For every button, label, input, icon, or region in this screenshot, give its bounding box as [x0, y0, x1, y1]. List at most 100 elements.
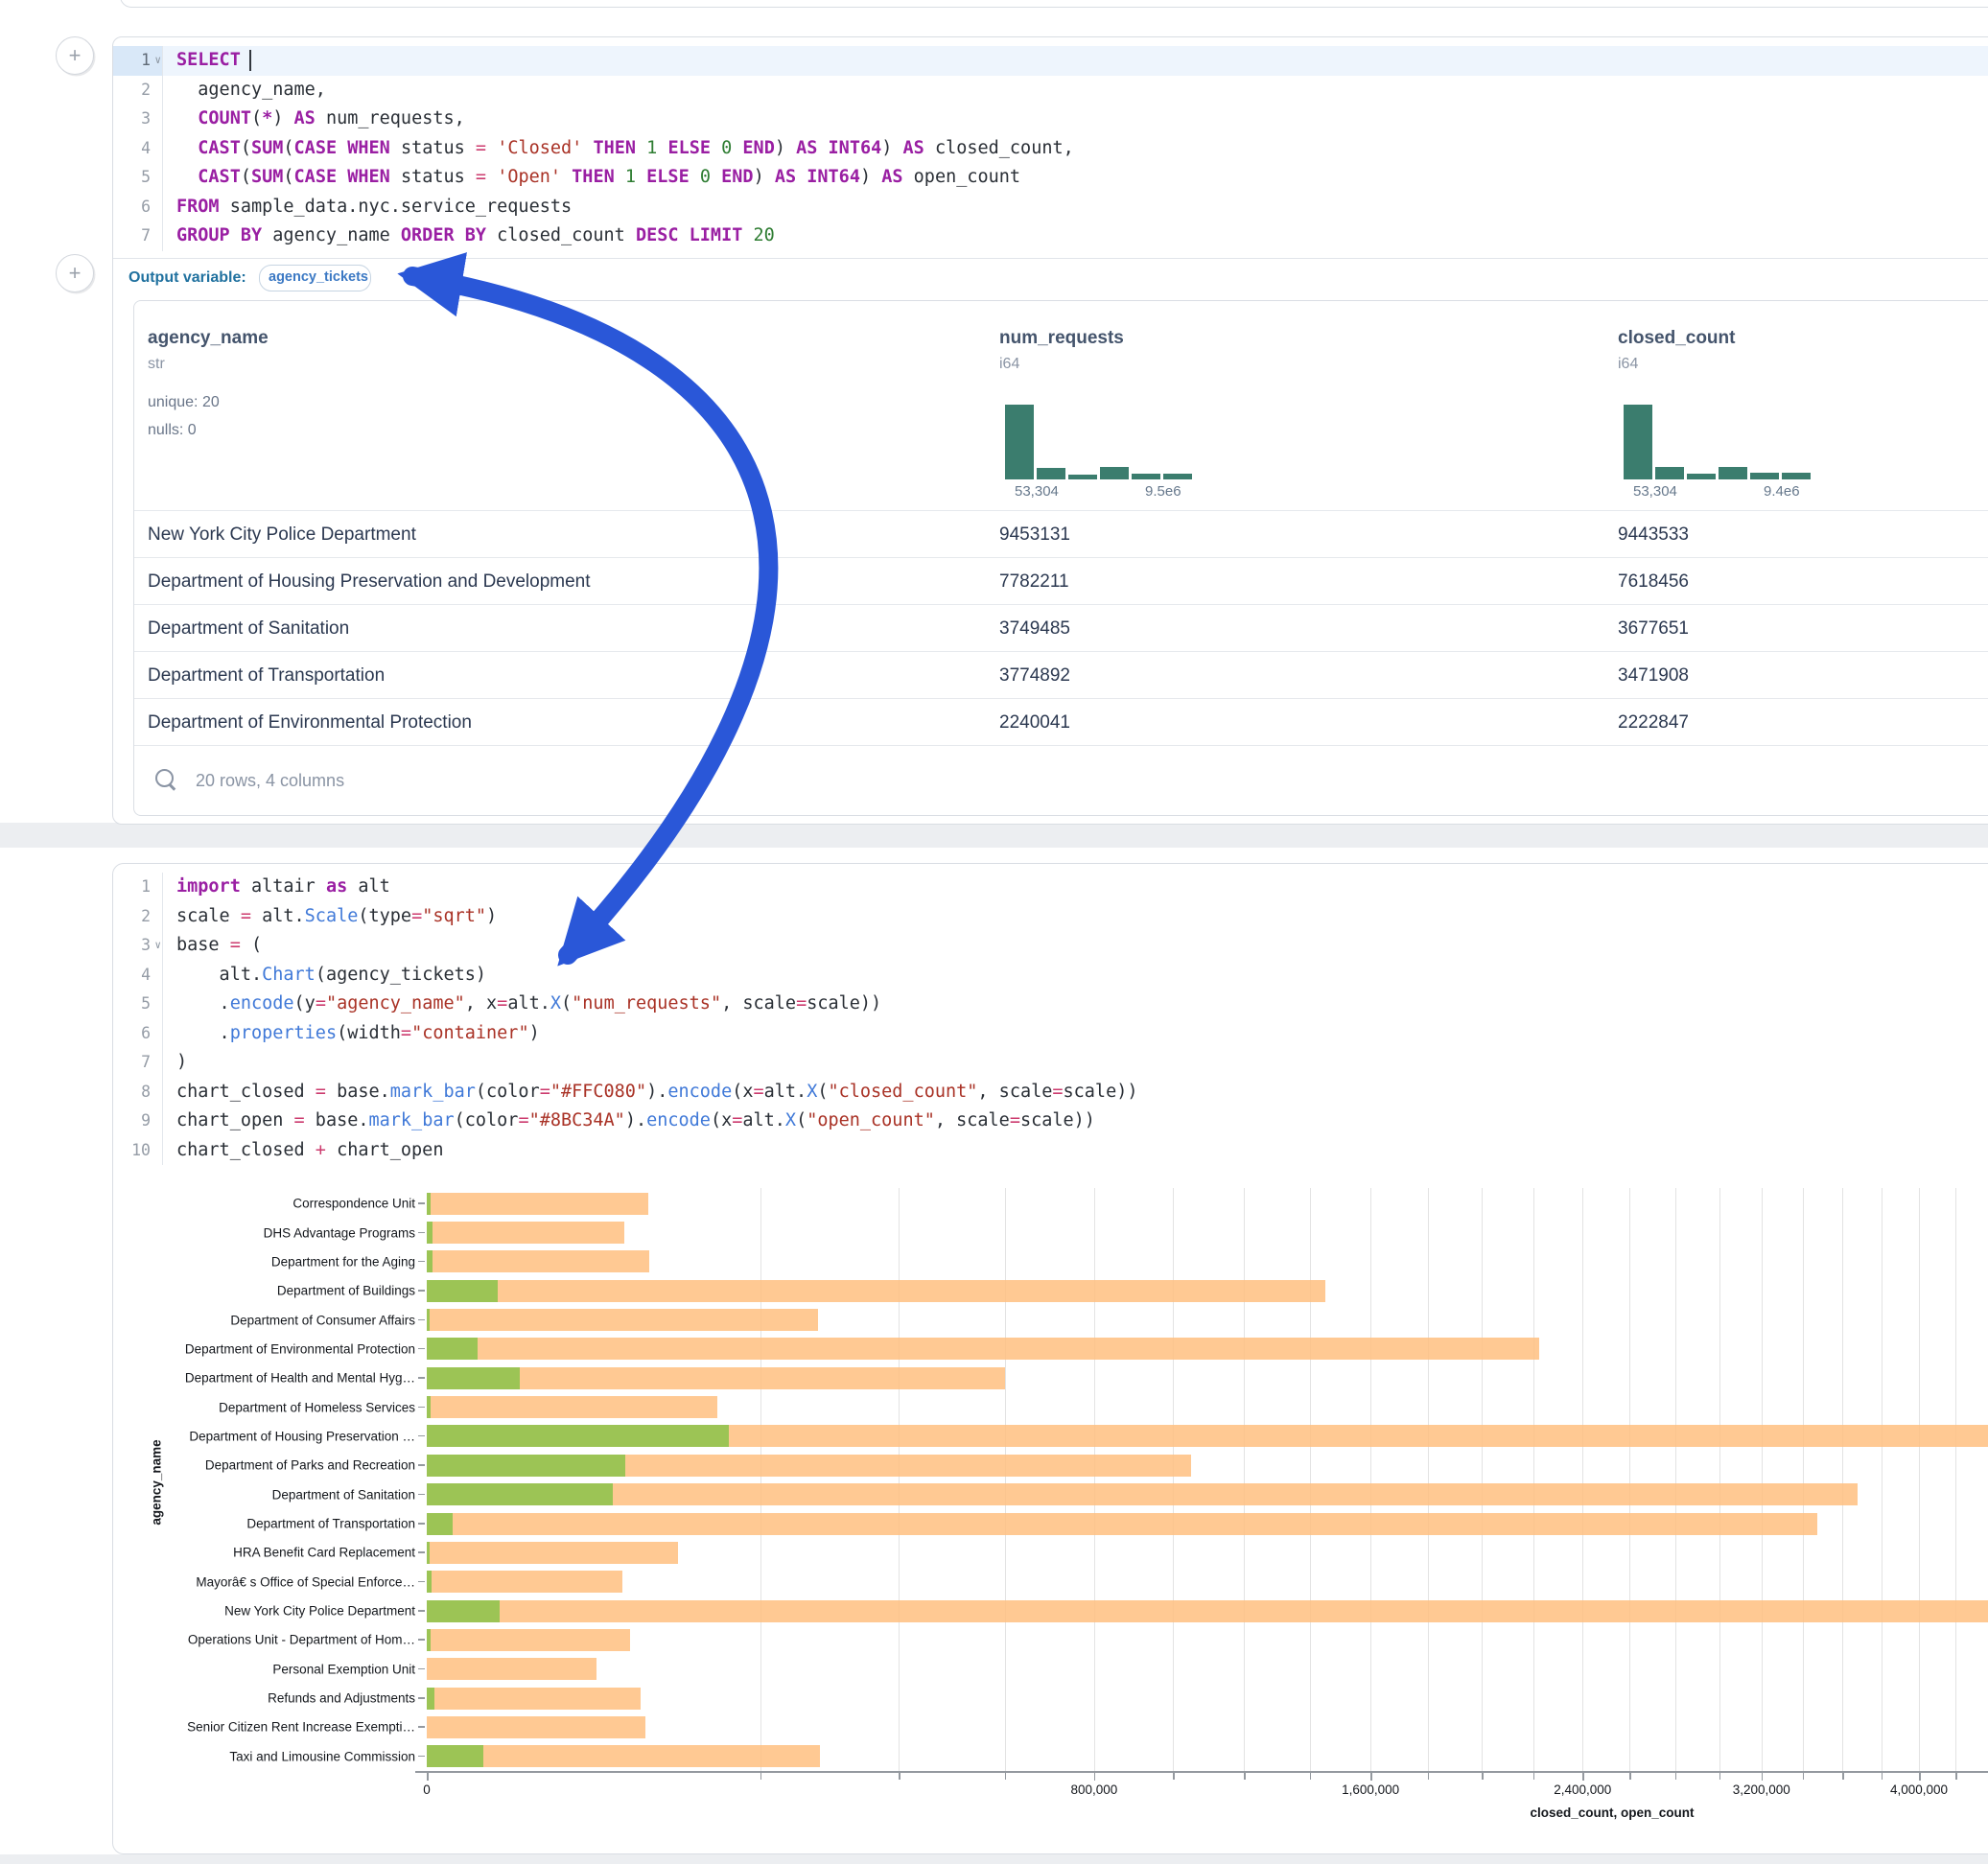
code-text[interactable]: base = ( — [163, 931, 262, 961]
code-line[interactable]: 3∨base = ( — [113, 931, 1988, 961]
code-text[interactable]: .encode(y="agency_name", x=alt.X("num_re… — [163, 990, 881, 1019]
code-token: scale)) — [1020, 1110, 1095, 1130]
chart-gridline — [1482, 1188, 1483, 1773]
code-token — [176, 138, 198, 158]
code-line[interactable]: 6 .properties(width="container") — [113, 1019, 1988, 1049]
x-axis-title: closed_count, open_count — [1530, 1806, 1694, 1820]
column-stat: nulls: 0 — [148, 416, 269, 444]
y-axis-tick — [418, 1697, 425, 1699]
code-text[interactable]: alt.Chart(agency_tickets) — [163, 961, 486, 990]
code-token: "agency_name" — [326, 993, 465, 1014]
code-token: INT64 — [807, 167, 860, 187]
histogram-bar — [1163, 474, 1192, 479]
line-number-gutter: 5 — [113, 163, 163, 193]
sql-code-editor[interactable]: 1∨SELECT2 agency_name,3 COUNT(*) AS num_… — [113, 37, 1988, 251]
code-text[interactable]: chart_closed + chart_open — [163, 1136, 443, 1166]
open-count-bar — [427, 1222, 433, 1244]
code-line[interactable]: 7GROUP BY agency_name ORDER BY closed_co… — [113, 221, 1988, 251]
code-line[interactable]: 7) — [113, 1048, 1988, 1078]
closed-count-bar — [427, 1280, 1325, 1302]
x-axis-tick-label: 4,000,000 — [1890, 1782, 1948, 1797]
line-number: 6 — [141, 1019, 162, 1049]
code-line[interactable]: 1import altair as alt — [113, 873, 1988, 902]
code-line[interactable]: 3 COUNT(*) AS num_requests, — [113, 105, 1988, 134]
code-line[interactable]: 1∨SELECT — [113, 46, 1988, 76]
code-token: ) — [775, 138, 796, 158]
y-axis-label: Department of Consumer Affairs — [118, 1313, 415, 1327]
code-line[interactable]: 9chart_open = base.mark_bar(color="#8BC3… — [113, 1107, 1988, 1136]
code-text[interactable]: .properties(width="container") — [163, 1019, 540, 1049]
code-line[interactable]: 6FROM sample_data.nyc.service_requests — [113, 193, 1988, 222]
code-text[interactable]: import altair as alt — [163, 873, 390, 902]
chart-gridline — [1173, 1188, 1174, 1773]
code-line[interactable]: 5 CAST(SUM(CASE WHEN status = 'Open' THE… — [113, 163, 1988, 193]
agency-name-cell: Department of Transportation — [148, 652, 385, 699]
code-text[interactable]: chart_closed = base.mark_bar(color="#FFC… — [163, 1078, 1137, 1107]
table-footer: 20 rows, 4 columns — [134, 745, 1988, 816]
code-text[interactable]: COUNT(*) AS num_requests, — [163, 105, 465, 134]
line-number: 3 — [141, 105, 162, 134]
code-text[interactable]: ) — [163, 1048, 187, 1078]
code-token: (type — [358, 906, 411, 926]
output-variable-pill[interactable]: agency_tickets — [259, 265, 371, 291]
code-token: ) — [529, 1023, 540, 1043]
closed-count-bar — [427, 1309, 818, 1331]
code-token — [690, 167, 700, 187]
code-token: X — [785, 1110, 796, 1130]
code-text[interactable]: scale = alt.Scale(type="sqrt") — [163, 902, 497, 932]
code-line[interactable]: 2 agency_name, — [113, 76, 1988, 105]
closed-count-bar — [427, 1396, 717, 1418]
code-token: INT64 — [829, 138, 882, 158]
y-axis-label: Operations Unit - Department of Hom… — [118, 1633, 415, 1647]
code-text[interactable]: GROUP BY agency_name ORDER BY closed_cou… — [163, 221, 775, 251]
y-axis-tick — [418, 1202, 425, 1204]
line-number-gutter: 8 — [113, 1078, 163, 1107]
y-axis-tick — [418, 1668, 425, 1670]
code-text[interactable]: agency_name, — [163, 76, 326, 105]
search-icon[interactable] — [155, 769, 174, 787]
line-number: 4 — [141, 134, 162, 164]
code-text[interactable]: CAST(SUM(CASE WHEN status = 'Open' THEN … — [163, 163, 1020, 193]
line-number-gutter: 4 — [113, 961, 163, 990]
code-token: = — [294, 1110, 305, 1130]
code-token: (color — [476, 1082, 540, 1102]
code-token: encode — [667, 1082, 732, 1102]
add-cell-button-top[interactable]: + — [56, 36, 94, 75]
code-line[interactable]: 4 CAST(SUM(CASE WHEN status = 'Closed' T… — [113, 134, 1988, 164]
code-text[interactable]: FROM sample_data.nyc.service_requests — [163, 193, 572, 222]
code-token: SUM — [251, 167, 283, 187]
add-cell-button-middle[interactable]: + — [56, 254, 94, 292]
collapse-chevron-icon[interactable]: ∨ — [154, 931, 161, 961]
code-text[interactable]: SELECT — [163, 46, 251, 76]
code-text[interactable]: CAST(SUM(CASE WHEN status = 'Closed' THE… — [163, 134, 1074, 164]
code-token: END — [721, 167, 753, 187]
code-line[interactable]: 5 .encode(y="agency_name", x=alt.X("num_… — [113, 990, 1988, 1019]
line-number: 4 — [141, 961, 162, 990]
x-axis-tick — [1762, 1773, 1764, 1781]
code-token: chart_closed — [176, 1140, 316, 1160]
code-line[interactable]: 10chart_closed + chart_open — [113, 1136, 1988, 1166]
code-text[interactable]: chart_open = base.mark_bar(color="#8BC34… — [163, 1107, 1095, 1136]
column-name[interactable]: closed_count — [1618, 328, 1735, 349]
value-cell: 2222847 — [1618, 699, 1689, 746]
histogram-bar — [1782, 473, 1811, 479]
code-token: CASE — [294, 138, 338, 158]
code-line[interactable]: 2scale = alt.Scale(type="sqrt") — [113, 902, 1988, 932]
column-name[interactable]: num_requests — [999, 328, 1124, 349]
histogram-bar — [1132, 474, 1160, 479]
line-number-gutter: 4 — [113, 134, 163, 164]
code-line[interactable]: 4 alt.Chart(agency_tickets) — [113, 961, 1988, 990]
open-count-bar — [427, 1542, 430, 1564]
histogram-max-label: 9.5e6 — [1145, 483, 1181, 500]
code-token — [582, 138, 593, 158]
chart-gridline — [1803, 1188, 1804, 1773]
code-token: alt. — [507, 993, 550, 1014]
column-name[interactable]: agency_name — [148, 328, 269, 349]
collapse-chevron-icon[interactable]: ∨ — [154, 46, 161, 76]
code-token: altair — [241, 876, 326, 897]
code-line[interactable]: 8chart_closed = base.mark_bar(color="#FF… — [113, 1078, 1988, 1107]
y-axis-tick — [418, 1756, 425, 1758]
chart-gridline — [1005, 1188, 1006, 1773]
python-code-editor[interactable]: 1import altair as alt2scale = alt.Scale(… — [113, 864, 1988, 1165]
histogram-bar — [1624, 405, 1652, 479]
